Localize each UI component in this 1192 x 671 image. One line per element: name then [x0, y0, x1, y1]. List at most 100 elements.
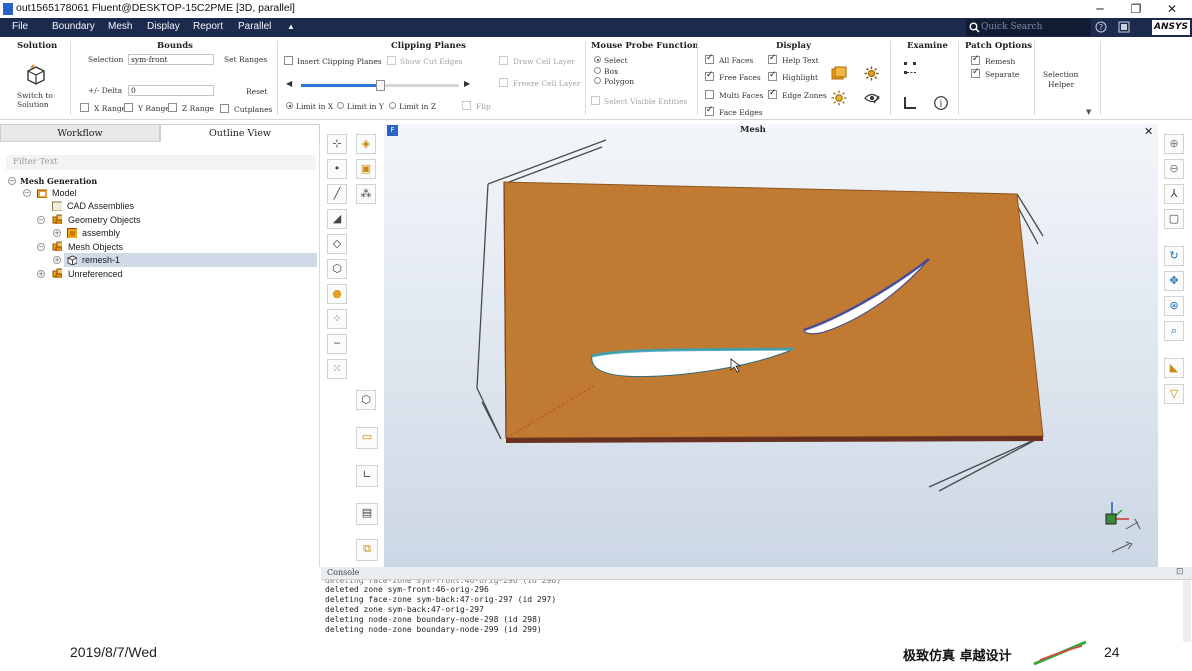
axes-view-icon[interactable]: ∟ [356, 465, 378, 487]
page-view-icon[interactable]: ▢ [1164, 209, 1184, 229]
select-grid-icon[interactable]: ⁙ [327, 359, 347, 379]
multi-faces-checkbox[interactable] [705, 90, 714, 99]
close-graphics-button[interactable]: ✕ [1144, 125, 1153, 138]
flip-checkbox[interactable] [462, 101, 471, 110]
rotate-view-icon[interactable]: ↻ [1164, 246, 1184, 266]
minimize-button[interactable]: ─ [1090, 1, 1110, 17]
tree-item-remesh-1[interactable]: remesh-1 [82, 255, 120, 265]
limit-z-radio[interactable] [389, 102, 396, 109]
select-visible-checkbox[interactable] [591, 96, 600, 105]
filter-labels-icon[interactable]: ⁂ [356, 184, 376, 204]
z-range-checkbox[interactable] [168, 103, 177, 112]
menu-file[interactable]: File [12, 21, 28, 32]
menu-report[interactable]: Report [193, 21, 223, 32]
info-icon[interactable]: i [933, 95, 949, 111]
examine-nodes-icon[interactable] [902, 60, 918, 76]
delta-input[interactable]: 0 [128, 85, 214, 96]
examine-angle-icon[interactable] [902, 95, 918, 111]
limit-y-radio[interactable] [337, 102, 344, 109]
tab-outline-view[interactable]: Outline View [160, 124, 320, 142]
insert-clipping-planes-checkbox[interactable] [284, 56, 293, 65]
zoom-box-icon[interactable]: ⊖ [1164, 159, 1184, 179]
separate-checkbox[interactable] [971, 67, 980, 78]
mesh-graphics-window[interactable] [384, 124, 1158, 567]
remesh-checkbox[interactable] [971, 54, 980, 65]
show-cut-edges-checkbox[interactable] [387, 56, 396, 65]
menu-parallel[interactable]: Parallel [238, 21, 271, 32]
help-icon[interactable]: ? [1095, 21, 1107, 33]
all-faces-checkbox[interactable] [705, 53, 714, 64]
probe-select-radio[interactable] [594, 56, 601, 63]
tree-item-model[interactable]: Model [52, 188, 77, 198]
tree-item-assembly[interactable]: assembly [82, 228, 120, 238]
isometric-view-icon[interactable]: ⬡ [356, 390, 376, 410]
ribbon-expand-icon[interactable]: ▼ [1086, 108, 1091, 116]
face-edges-checkbox[interactable] [705, 105, 714, 116]
reset-button[interactable]: Reset [246, 87, 267, 96]
tree-expander[interactable]: − [23, 189, 31, 197]
tree-expander[interactable]: + [53, 229, 61, 237]
maximize-button[interactable]: ❐ [1126, 1, 1146, 17]
console-restore-icon[interactable]: ⊡ [1176, 567, 1184, 577]
lighting-sun-icon[interactable] [831, 90, 847, 106]
select-zone-icon[interactable]: ◇ [327, 234, 347, 254]
pick-cursor-icon[interactable]: ⊹ [327, 134, 347, 154]
zoom-to-area-icon[interactable]: ⌕ [1164, 321, 1184, 341]
select-edge-icon[interactable]: ╱ [327, 184, 347, 204]
draw-cell-layer-checkbox[interactable] [499, 56, 508, 65]
menu-boundary[interactable]: Boundary [52, 21, 95, 32]
switch-to-solution-button[interactable]: Switch to Solution [10, 62, 62, 112]
display-faces-icon[interactable] [831, 66, 848, 81]
tree-item-unreferenced[interactable]: Unreferenced [68, 269, 123, 279]
select-object-icon[interactable]: ⬡ [327, 259, 347, 279]
close-window-button[interactable]: ✕ [1162, 1, 1182, 17]
slider-left-arrow-icon[interactable]: ◀ [286, 79, 292, 88]
tree-expander[interactable]: + [37, 270, 45, 278]
tree-expander[interactable]: − [37, 243, 45, 251]
filter-zones-icon[interactable]: ▣ [356, 159, 376, 179]
collapse-ribbon-arrow-icon[interactable]: ▲ [287, 22, 295, 31]
probe-box-radio[interactable] [594, 67, 601, 74]
tree-item-cad-assemblies[interactable]: CAD Assemblies [67, 201, 134, 211]
display-filter-icon[interactable]: ▽ [1164, 384, 1184, 404]
console-scrollbar[interactable] [1183, 580, 1191, 642]
free-faces-checkbox[interactable] [705, 70, 714, 81]
ruler-icon[interactable]: ▭ [356, 427, 378, 449]
zoom-fit-icon[interactable]: ⊕ [1164, 134, 1184, 154]
copy-image-icon[interactable]: ⧉ [356, 539, 378, 561]
pan-view-icon[interactable]: ✥ [1164, 271, 1184, 291]
tab-workflow[interactable]: Workflow [0, 124, 160, 142]
menu-display[interactable]: Display [147, 21, 180, 32]
orient-axes-icon[interactable]: ⅄ [1164, 184, 1184, 204]
selection-input[interactable]: sym-front [128, 54, 214, 65]
y-range-checkbox[interactable] [124, 103, 133, 112]
select-point-icon[interactable]: • [327, 159, 347, 179]
slider-right-arrow-icon[interactable]: ▶ [464, 79, 470, 88]
highlight-checkbox[interactable] [768, 70, 777, 81]
layout-icon[interactable] [1118, 21, 1130, 33]
tree-expander[interactable]: − [8, 177, 16, 185]
freeze-cell-layer-checkbox[interactable] [499, 78, 508, 87]
tree-root-mesh-generation[interactable]: Mesh Generation [20, 176, 97, 186]
tree-expander[interactable]: − [37, 216, 45, 224]
select-face-icon[interactable]: ◢ [327, 209, 347, 229]
filter-text-input[interactable]: Filter Text [6, 155, 316, 170]
tree-item-mesh-objects[interactable]: Mesh Objects [68, 242, 123, 252]
x-range-checkbox[interactable] [80, 103, 89, 112]
select-body-icon[interactable]: ● [327, 284, 347, 304]
display-settings-gear-icon[interactable] [864, 66, 879, 81]
tree-expander[interactable]: + [53, 256, 61, 264]
zoom-in-out-icon[interactable]: ⊛ [1164, 296, 1184, 316]
edge-zones-checkbox[interactable] [768, 88, 777, 99]
help-text-checkbox[interactable] [768, 53, 777, 64]
visibility-eye-icon[interactable] [864, 91, 880, 105]
probe-polygon-radio[interactable] [594, 77, 601, 84]
set-ranges-button[interactable]: Set Ranges [224, 55, 267, 64]
select-nodes-icon[interactable]: ⁘ [327, 309, 347, 329]
select-edge-nodes-icon[interactable]: ┄ [327, 334, 347, 354]
tree-item-geometry-objects[interactable]: Geometry Objects [68, 215, 141, 225]
selection-helper-button[interactable]: Selection Helper [1040, 70, 1086, 92]
display-options-icon[interactable]: ◣ [1164, 358, 1184, 378]
notes-icon[interactable]: ▤ [356, 503, 378, 525]
clipping-slider-thumb[interactable] [376, 80, 385, 91]
